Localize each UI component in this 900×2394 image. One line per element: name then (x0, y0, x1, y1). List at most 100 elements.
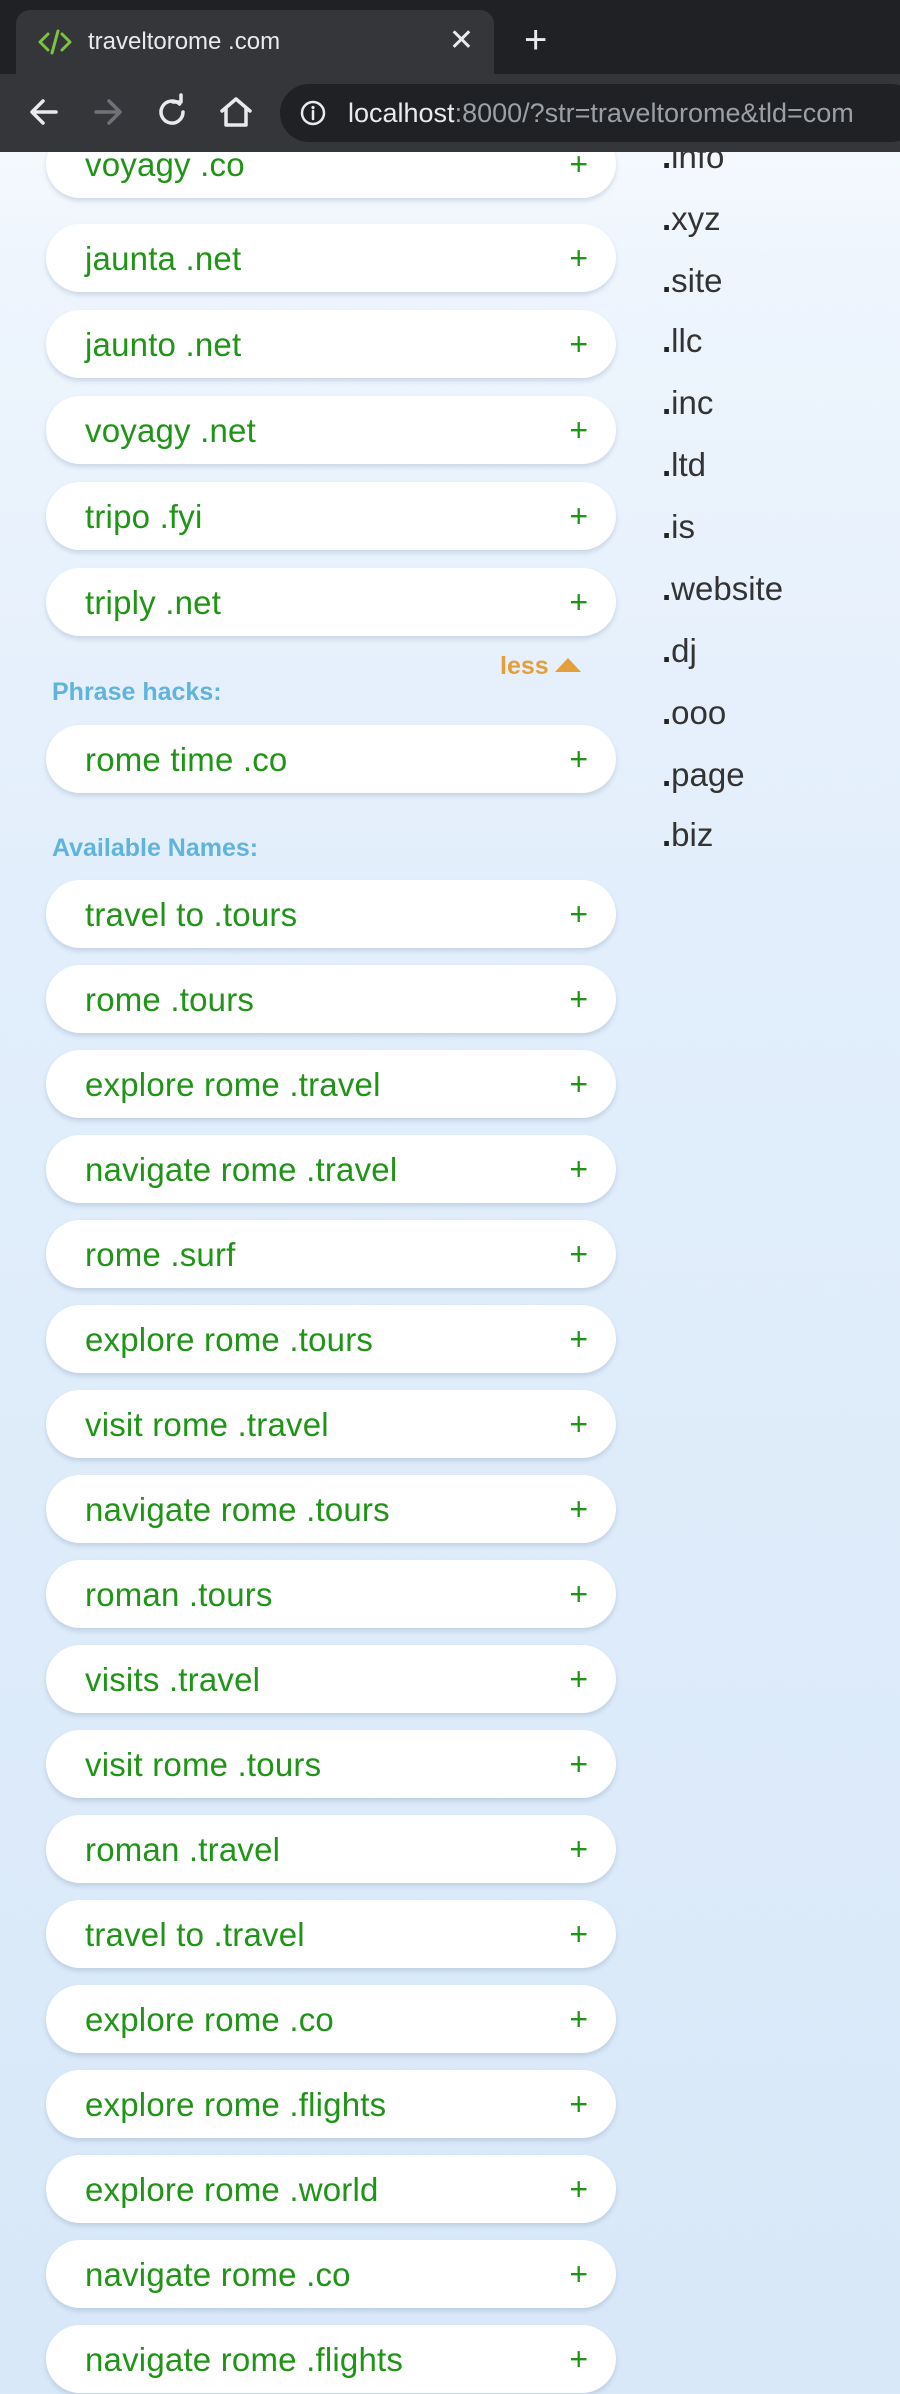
domain-pill[interactable]: rome .surf + (46, 1220, 616, 1288)
add-domain-icon[interactable]: + (569, 1489, 588, 1529)
new-tab-button[interactable]: + (524, 20, 547, 60)
tld-item[interactable]: .inc (662, 384, 713, 422)
domain-pill[interactable]: roman .travel + (46, 1815, 616, 1883)
domain-pill[interactable]: rome .tours + (46, 965, 616, 1033)
tld-label: xyz (671, 200, 721, 237)
address-bar[interactable]: localhost:8000/?str=traveltorome&tld=com (280, 84, 900, 142)
code-icon (38, 29, 72, 55)
domain-name: visit rome .travel (85, 1406, 329, 1443)
browser-tab[interactable]: traveltorome .com ✕ (16, 10, 494, 74)
add-domain-icon[interactable]: + (569, 1404, 588, 1444)
tld-item[interactable]: .xyz (662, 200, 721, 238)
domain-name: navigate rome .flights (85, 2341, 404, 2378)
caret-up-icon (554, 658, 581, 672)
domain-pill[interactable]: roman .tours + (46, 1560, 616, 1628)
tld-label: site (671, 262, 723, 299)
domain-pill[interactable]: visit rome .tours + (46, 1730, 616, 1798)
add-domain-icon[interactable]: + (569, 582, 588, 622)
forward-arrow-icon[interactable] (88, 92, 128, 132)
url-text[interactable]: localhost:8000/?str=traveltorome&tld=com (348, 98, 854, 129)
domain-name: jaunto .net (85, 326, 242, 363)
reload-icon[interactable] (152, 92, 192, 132)
add-domain-icon[interactable]: + (569, 739, 588, 779)
domain-pill[interactable]: explore rome .tours + (46, 1305, 616, 1373)
domain-pill[interactable]: travel to .tours + (46, 880, 616, 948)
tld-item[interactable]: .dj (662, 632, 697, 670)
tld-item[interactable]: .ooo (662, 694, 726, 732)
domain-name: navigate rome .co (85, 2256, 351, 2293)
less-toggle[interactable]: less (500, 652, 581, 681)
add-domain-icon[interactable]: + (569, 1829, 588, 1869)
domain-name: rome time .co (85, 741, 288, 778)
domain-pill[interactable]: visit rome .travel + (46, 1390, 616, 1458)
tld-item[interactable]: .page (662, 756, 745, 794)
tld-item[interactable]: .site (662, 262, 723, 300)
browser-toolbar: localhost:8000/?str=traveltorome&tld=com (0, 74, 900, 152)
tld-item[interactable]: .llc (662, 322, 702, 360)
add-domain-icon[interactable]: + (569, 1149, 588, 1189)
home-icon[interactable] (216, 92, 256, 132)
add-domain-icon[interactable]: + (569, 894, 588, 934)
add-domain-icon[interactable]: + (569, 1999, 588, 2039)
domain-pill[interactable]: jaunta .net + (46, 224, 616, 292)
add-domain-icon[interactable]: + (569, 2339, 588, 2379)
domain-name: explore rome .tours (85, 1321, 374, 1358)
domain-name: explore rome .co (85, 2001, 334, 2038)
domain-name: explore rome .world (85, 2171, 379, 2208)
tld-label: inc (671, 384, 714, 421)
back-arrow-icon[interactable] (24, 92, 64, 132)
add-domain-icon[interactable]: + (569, 496, 588, 536)
url-host: localhost (348, 98, 455, 128)
add-domain-icon[interactable]: + (569, 238, 588, 278)
domain-pill[interactable]: triply .net + (46, 568, 616, 636)
browser-chrome: traveltorome .com ✕ + localhost:8000/?st… (0, 0, 900, 152)
domain-pill[interactable]: tripo .fyi + (46, 482, 616, 550)
domain-name: navigate rome .travel (85, 1151, 398, 1188)
domain-pill[interactable]: visits .travel + (46, 1645, 616, 1713)
tld-item[interactable]: .website (662, 570, 783, 608)
domain-pill[interactable]: jaunto .net + (46, 310, 616, 378)
add-domain-icon[interactable]: + (569, 2169, 588, 2209)
domain-pill[interactable]: voyagy .net + (46, 396, 616, 464)
add-domain-icon[interactable]: + (569, 1744, 588, 1784)
domain-name: jaunta .net (85, 240, 242, 277)
add-domain-icon[interactable]: + (569, 1574, 588, 1614)
domain-pill[interactable]: navigate rome .co + (46, 2240, 616, 2308)
domain-pill[interactable]: explore rome .world + (46, 2155, 616, 2223)
url-path: :8000/?str=traveltorome&tld=com (454, 98, 854, 128)
add-domain-icon[interactable]: + (569, 2084, 588, 2124)
add-domain-icon[interactable]: + (569, 410, 588, 450)
add-domain-icon[interactable]: + (569, 1659, 588, 1699)
add-domain-icon[interactable]: + (569, 2254, 588, 2294)
domain-name: explore rome .travel (85, 1066, 381, 1103)
close-tab-icon[interactable]: ✕ (449, 24, 474, 58)
domain-pill[interactable]: navigate rome .flights + (46, 2325, 616, 2393)
domain-pill[interactable]: navigate rome .tours + (46, 1475, 616, 1543)
tld-label: ooo (671, 694, 727, 731)
domain-name: voyagy .net (85, 412, 256, 449)
domain-pill[interactable]: explore rome .flights + (46, 2070, 616, 2138)
add-domain-icon[interactable]: + (569, 1064, 588, 1104)
domain-pill[interactable]: explore rome .co + (46, 1985, 616, 2053)
add-domain-icon[interactable]: + (569, 1234, 588, 1274)
domain-name: explore rome .flights (85, 2086, 387, 2123)
domain-name: rome .surf (85, 1236, 236, 1273)
domain-name: triply .net (85, 584, 222, 621)
domain-pill[interactable]: rome time .co + (46, 725, 616, 793)
add-domain-icon[interactable]: + (569, 1914, 588, 1954)
domain-name: travel to .tours (85, 896, 298, 933)
domain-pill[interactable]: navigate rome .travel + (46, 1135, 616, 1203)
tld-label: dj (671, 632, 697, 669)
add-domain-icon[interactable]: + (569, 979, 588, 1019)
add-domain-icon[interactable]: + (569, 324, 588, 364)
less-label: less (500, 652, 549, 680)
tld-item[interactable]: .biz (662, 816, 713, 854)
tld-item[interactable]: .ltd (662, 446, 706, 484)
tld-item[interactable]: .is (662, 508, 695, 546)
domain-pill[interactable]: explore rome .travel + (46, 1050, 616, 1118)
domain-name: roman .tours (85, 1576, 273, 1613)
domain-pill[interactable]: travel to .travel + (46, 1900, 616, 1968)
info-icon[interactable] (300, 100, 326, 126)
add-domain-icon[interactable]: + (569, 1319, 588, 1359)
available-names-heading: Available Names: (52, 834, 259, 862)
